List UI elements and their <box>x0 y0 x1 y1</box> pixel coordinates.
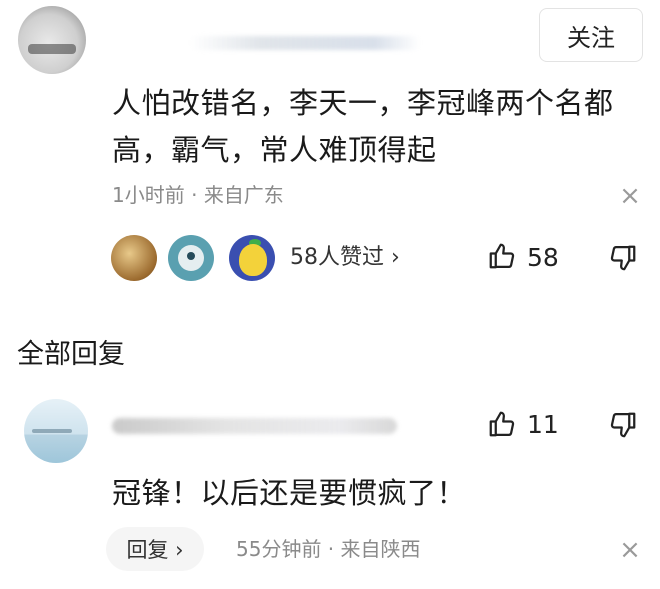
commenter-name-blurred <box>190 36 420 50</box>
commenter-avatar[interactable] <box>18 6 86 74</box>
reply-like-count: 11 <box>527 410 559 439</box>
comment-location: 来自广东 <box>203 183 284 207</box>
close-icon[interactable]: × <box>615 535 645 565</box>
comment-meta: 1小时前 · 来自广东 <box>112 180 284 210</box>
reply-avatar[interactable] <box>24 399 88 463</box>
comment-time: 1小时前 <box>112 183 185 207</box>
liker-avatar[interactable] <box>111 235 157 281</box>
likers-link[interactable]: 58人赞过 › <box>290 242 400 274</box>
liker-avatar[interactable] <box>168 235 214 281</box>
close-icon[interactable]: × <box>615 181 645 211</box>
reply-meta: 55分钟前 · 来自陕西 <box>236 534 421 564</box>
thumb-up-icon[interactable] <box>487 409 519 441</box>
meta-separator: · <box>321 537 341 561</box>
replier-name-blurred <box>112 418 397 434</box>
comment-text-line-1: 人怕改错名，李天一，李冠峰两个名都 <box>112 86 614 120</box>
all-replies-title: 全部回复 <box>17 339 125 370</box>
like-count: 58 <box>527 243 559 272</box>
reply-time: 55分钟前 <box>236 537 322 561</box>
thumb-down-icon[interactable] <box>608 410 640 442</box>
reply-body: 冠锋！以后还是要惯疯了！ <box>112 476 467 510</box>
comment-text-line-2: 高，霸气，常人难顶得起 <box>112 133 437 167</box>
reply-location: 来自陕西 <box>340 537 421 561</box>
meta-separator: · <box>184 183 204 207</box>
thumb-down-icon[interactable] <box>608 243 640 275</box>
section-divider <box>0 303 660 311</box>
liker-avatar[interactable] <box>229 235 275 281</box>
reply-button[interactable]: 回复 › <box>106 527 204 571</box>
thumb-up-icon[interactable] <box>487 241 519 273</box>
comment-body: 人怕改错名，李天一，李冠峰两个名都 高，霸气，常人难顶得起 <box>112 80 642 174</box>
follow-button[interactable]: 关注 <box>539 8 643 62</box>
